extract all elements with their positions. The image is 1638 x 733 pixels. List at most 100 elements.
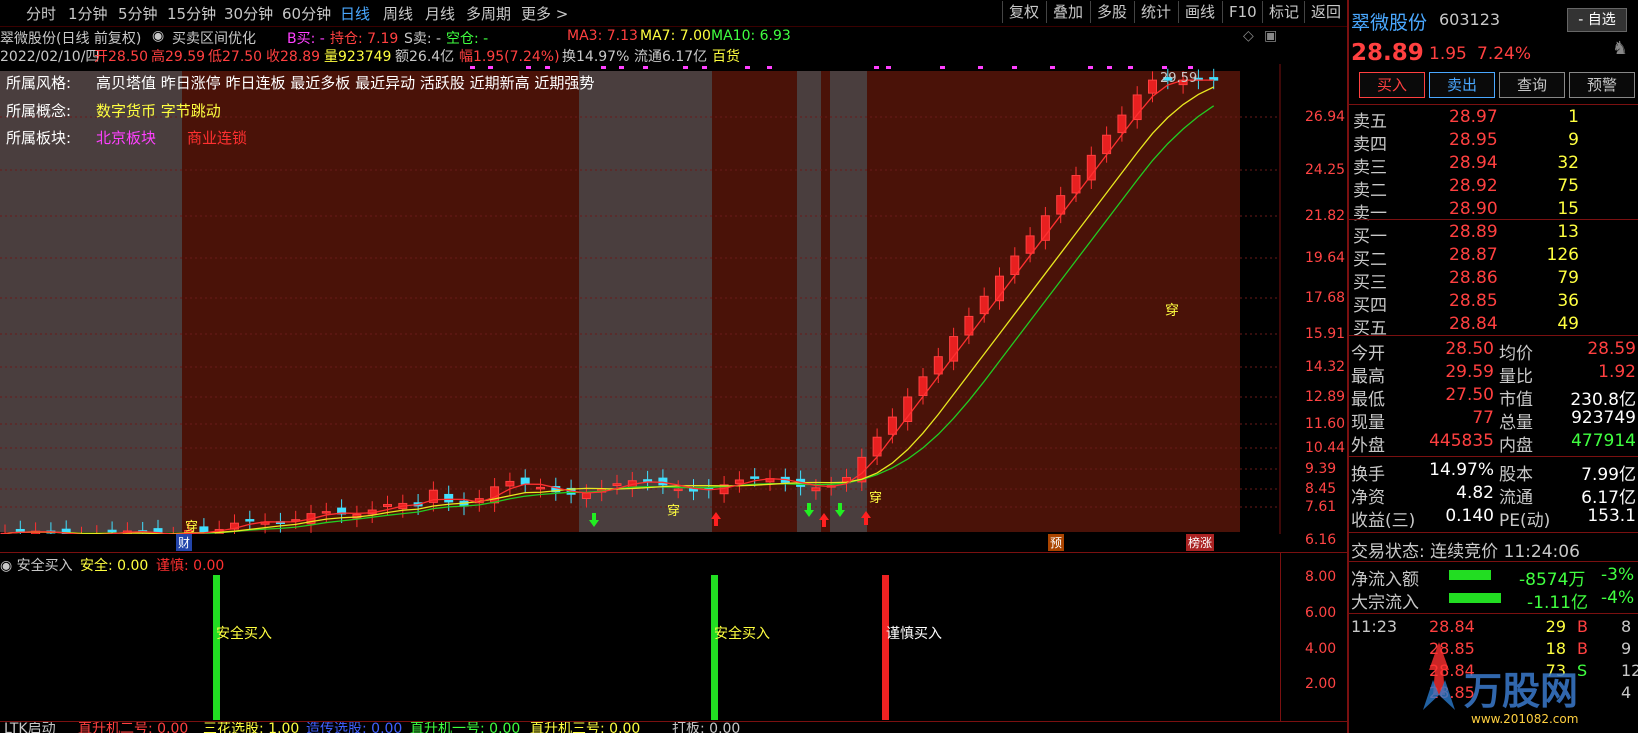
- block-b[interactable]: 商业连锁: [187, 127, 247, 148]
- tab-15min[interactable]: 15分钟: [167, 3, 216, 24]
- band-brown: [821, 71, 830, 532]
- bids-row[interactable]: 买五 28.84 49: [1349, 314, 1638, 339]
- ohlc-line: 2022/02/10/四 开28.50 高29.59 低27.50 收28.89…: [0, 46, 1280, 65]
- low: 低27.50: [208, 49, 263, 65]
- bids-price: 28.84: [1449, 314, 1498, 334]
- signal-dot: [488, 66, 493, 69]
- add-watchlist-button[interactable]: - 自选: [1567, 8, 1627, 32]
- alert-button[interactable]: 预警: [1569, 72, 1635, 98]
- multi-stock-button[interactable]: 多股: [1090, 1, 1133, 23]
- tab-more[interactable]: 更多 >: [521, 3, 568, 24]
- bids-row[interactable]: 买二 28.87 126: [1349, 245, 1638, 270]
- bids-volume: 36: [1557, 291, 1579, 311]
- signal-dot: [745, 66, 750, 69]
- bids-row[interactable]: 买四 28.85 36: [1349, 291, 1638, 316]
- sell-button[interactable]: 卖出: [1429, 72, 1495, 98]
- buy-button[interactable]: 买入: [1359, 72, 1425, 98]
- stat-value: 28.50: [1445, 339, 1494, 359]
- bids-price: 28.87: [1449, 245, 1498, 265]
- signal-dot: [886, 66, 891, 69]
- asks-level: 卖五: [1353, 112, 1387, 132]
- candle-body: [949, 336, 959, 362]
- lower-axis-label: 2.00: [1305, 676, 1337, 692]
- chuan-marker: 穿: [1165, 303, 1179, 319]
- tab-1min[interactable]: 1分钟: [68, 3, 108, 24]
- stat-value: 14.97%: [1429, 460, 1494, 480]
- band-grey: [797, 71, 821, 532]
- tab-weekly[interactable]: 周线: [383, 3, 413, 24]
- signal-dot: [1012, 66, 1017, 69]
- tab-60min[interactable]: 60分钟: [282, 3, 331, 24]
- candle-body: [612, 483, 622, 486]
- footer-item: 直升机二号: 0.00: [78, 722, 189, 733]
- signal-dot: [683, 66, 688, 69]
- footer-item: 直升机三号: 0.00: [530, 722, 641, 733]
- signal-dot: [643, 66, 648, 69]
- candle-body: [15, 528, 25, 532]
- tab-multi-period[interactable]: 多周期: [466, 3, 511, 24]
- signal-dot: [978, 66, 983, 69]
- asks-row[interactable]: 卖一 28.90 15: [1349, 199, 1638, 224]
- divider: [1349, 456, 1638, 457]
- tab-daily[interactable]: 日线: [340, 3, 370, 24]
- band-grey: [579, 71, 712, 532]
- high-marker: 29.59: [1160, 71, 1198, 86]
- rocket-logo: [1423, 642, 1455, 710]
- tab-fenshi[interactable]: 分时: [26, 3, 56, 24]
- block-inflow-value: -1.11亿: [1527, 593, 1588, 613]
- candle-body: [903, 396, 913, 423]
- signal-dot: [874, 66, 879, 69]
- tick-side: B: [1577, 617, 1588, 636]
- stat-label: 收益(三): [1351, 511, 1416, 531]
- price-axis-label: 8.45: [1305, 481, 1337, 497]
- asks-volume: 15: [1557, 199, 1579, 219]
- price-pct: 7.24%: [1477, 44, 1532, 64]
- tab-monthly[interactable]: 月线: [425, 3, 455, 24]
- block-a[interactable]: 北京板块: [96, 127, 156, 148]
- asks-row[interactable]: 卖四 28.95 9: [1349, 130, 1638, 155]
- diamond-icon[interactable]: ◇: [1243, 28, 1254, 44]
- bids-level: 买三: [1353, 273, 1387, 293]
- yu-marker[interactable]: 预: [1048, 534, 1065, 551]
- stat-value: 477914: [1571, 431, 1636, 451]
- s-sell: S卖: -: [404, 31, 442, 47]
- mark-button[interactable]: 标记: [1262, 1, 1305, 23]
- stat-row: 外盘 445835 内盘 477914: [1349, 431, 1638, 456]
- lower-indicator-name[interactable]: ◉ 安全买入: [0, 555, 73, 575]
- signal-dot: [1107, 66, 1112, 69]
- bell-icon[interactable]: ♞: [1612, 38, 1628, 59]
- asks-row[interactable]: 卖二 28.92 75: [1349, 176, 1638, 201]
- stock-code: 603123: [1439, 10, 1501, 29]
- indicator-name[interactable]: 买卖区间优化: [172, 28, 256, 48]
- settings-icon[interactable]: ◉: [152, 28, 164, 44]
- stat-label: 现量: [1351, 413, 1385, 433]
- window-icon[interactable]: ▣: [1264, 28, 1277, 44]
- tab-30min[interactable]: 30分钟: [224, 3, 273, 24]
- candle-body: [321, 511, 331, 514]
- cai-marker[interactable]: 财: [176, 534, 193, 551]
- asks-row[interactable]: 卖五 28.97 1: [1349, 107, 1638, 132]
- close: 收28.89: [266, 49, 321, 65]
- date: 2022/02/10/四: [0, 49, 100, 65]
- overlay-button[interactable]: 叠加: [1046, 1, 1089, 23]
- f10-button[interactable]: F10: [1222, 1, 1263, 23]
- signal-dot: [1188, 66, 1193, 69]
- bang-marker[interactable]: 榜涨: [1186, 534, 1215, 551]
- asks-row[interactable]: 卖三 28.94 32: [1349, 153, 1638, 178]
- candle-body: [383, 503, 392, 508]
- draw-button[interactable]: 画线: [1178, 1, 1221, 23]
- footer-item: 打板: 0.00: [672, 722, 741, 733]
- watermark-text: 万股网: [1464, 669, 1579, 713]
- bids-row[interactable]: 买三 28.86 79: [1349, 268, 1638, 293]
- stats-button[interactable]: 统计: [1134, 1, 1177, 23]
- style-label: 所属风格:: [6, 74, 72, 92]
- price-axis-label: 21.82: [1305, 208, 1346, 224]
- tab-5min[interactable]: 5分钟: [118, 3, 158, 24]
- asks-volume: 1: [1568, 107, 1579, 127]
- bids-volume: 49: [1557, 314, 1579, 334]
- bids-row[interactable]: 买一 28.89 13: [1349, 222, 1638, 247]
- footer-name[interactable]: LTK启动: [4, 722, 56, 733]
- back-button[interactable]: 返回: [1304, 1, 1347, 23]
- query-button[interactable]: 查询: [1499, 72, 1565, 98]
- fuquan-button[interactable]: 复权: [1002, 1, 1045, 23]
